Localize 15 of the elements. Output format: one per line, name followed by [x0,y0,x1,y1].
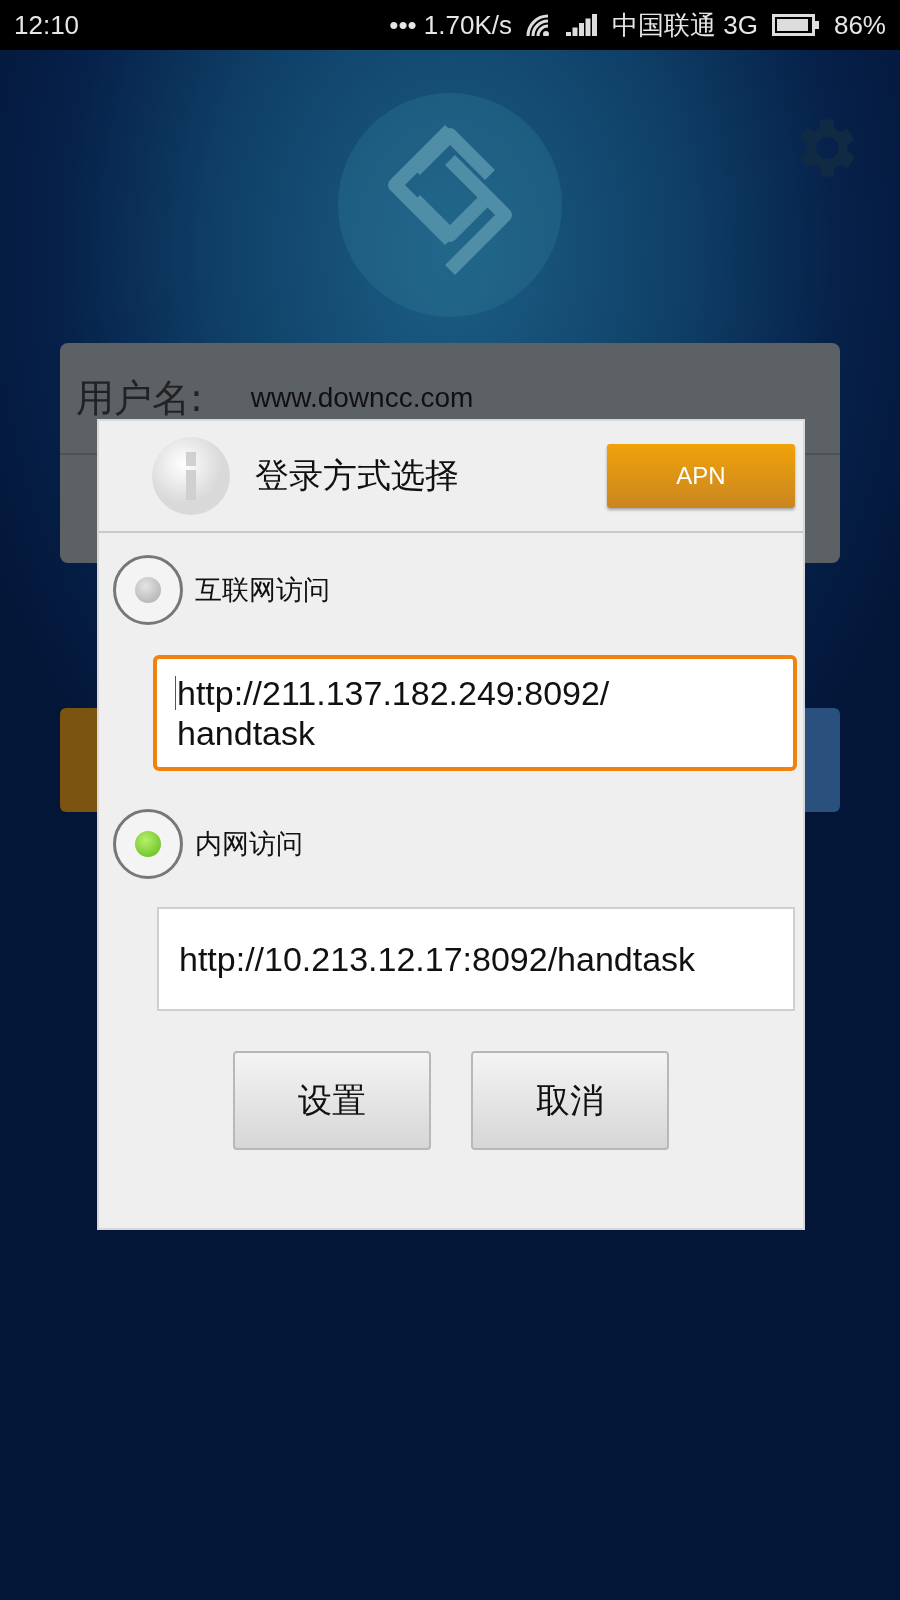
info-icon [151,436,231,516]
battery-icon [771,14,820,36]
carrier-name: 中国联通 3G [612,8,758,42]
battery-level: 86% [833,9,886,41]
dialog-title: 登录方式选择 [255,454,460,497]
dialog-button[interactable]: 取消 [471,1051,669,1150]
option-label[interactable]: 内网访问 [195,826,303,862]
network-speed: ••• 1.70K/s [389,9,513,41]
username-label: 用户名: [76,374,203,422]
url-field[interactable]: http://211.137.182.249:8092/handtask [153,655,797,771]
signal-icon [566,14,599,36]
url-field[interactable]: http://10.213.12.17:8092/handtask [157,907,795,1011]
clock: 12:10 [14,9,80,41]
option-label[interactable]: 互联网访问 [195,572,330,608]
dialog-button[interactable]: 设置 [233,1051,431,1150]
